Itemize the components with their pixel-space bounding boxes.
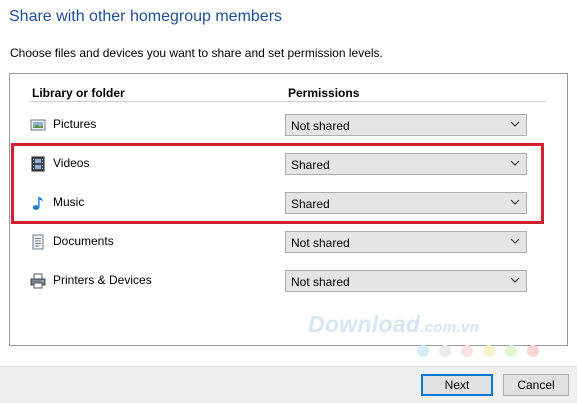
permission-dropdown-pictures[interactable]: Not shared [285, 114, 527, 136]
watermark-domain: .com.vn [420, 319, 480, 336]
watermark-dot [505, 345, 517, 357]
watermark-dot [527, 345, 539, 357]
library-row-documents: Documents Not shared [0, 230, 577, 254]
permission-dropdown-printers[interactable]: Not shared [285, 270, 527, 292]
library-row-printers: Printers & Devices Not shared [0, 269, 577, 293]
chevron-down-icon [509, 118, 521, 130]
watermark-dot [417, 345, 429, 357]
printer-icon [30, 273, 46, 289]
permission-value: Not shared [291, 275, 350, 289]
permission-value: Not shared [291, 119, 350, 133]
column-header-permissions: Permissions [288, 86, 360, 100]
highlight-box [11, 143, 544, 224]
watermark-dot [439, 345, 451, 357]
dialog-subtitle: Choose files and devices you want to sha… [10, 46, 383, 60]
header-divider [29, 101, 546, 102]
documents-icon [30, 234, 46, 250]
cancel-button[interactable]: Cancel [503, 374, 569, 396]
permission-value: Not shared [291, 236, 350, 250]
library-label: Printers & Devices [53, 273, 152, 287]
chevron-down-icon [509, 274, 521, 286]
dialog-title: Share with other homegroup members [9, 8, 283, 25]
watermark-dot [461, 345, 473, 357]
watermark-logo: Download.com.vn [308, 311, 479, 338]
pictures-icon [30, 117, 46, 133]
permission-dropdown-documents[interactable]: Not shared [285, 231, 527, 253]
watermark-dot [483, 345, 495, 357]
column-header-library: Library or folder [32, 86, 125, 100]
next-button[interactable]: Next [421, 374, 493, 396]
library-label: Pictures [53, 117, 97, 131]
library-label: Documents [53, 234, 114, 248]
library-row-pictures: Pictures Not shared [0, 113, 577, 137]
watermark-text: Download [308, 311, 421, 337]
chevron-down-icon [509, 235, 521, 247]
